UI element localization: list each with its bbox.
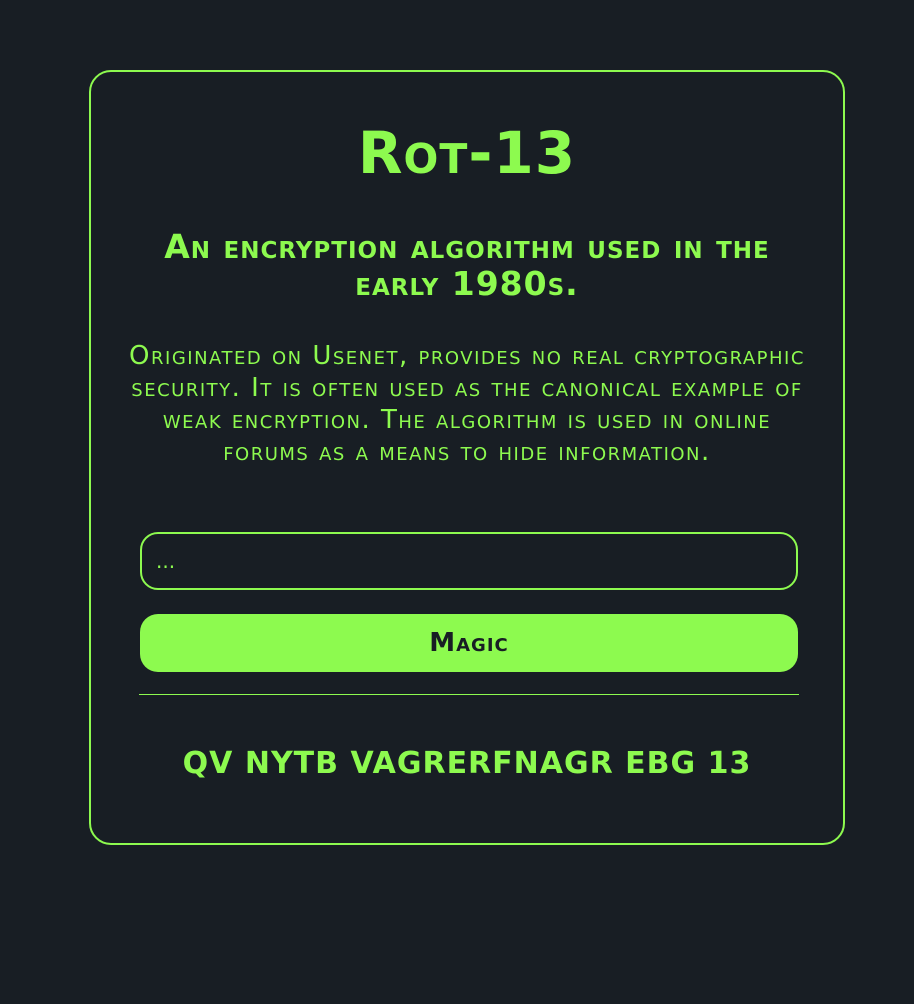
result-output: QV NYTB VAGRERFNAGR EBG 13 <box>182 746 752 781</box>
rot13-card: Rot-13 An encryption algorithm used in t… <box>89 70 845 845</box>
page-subtitle: An encryption algorithm used in the earl… <box>164 227 770 303</box>
page-title: Rot-13 <box>357 119 577 187</box>
page-description: Originated on Usenet, provides no real c… <box>129 341 805 467</box>
divider <box>139 694 799 695</box>
magic-button[interactable]: Magic <box>140 614 798 672</box>
text-input[interactable] <box>140 532 798 590</box>
